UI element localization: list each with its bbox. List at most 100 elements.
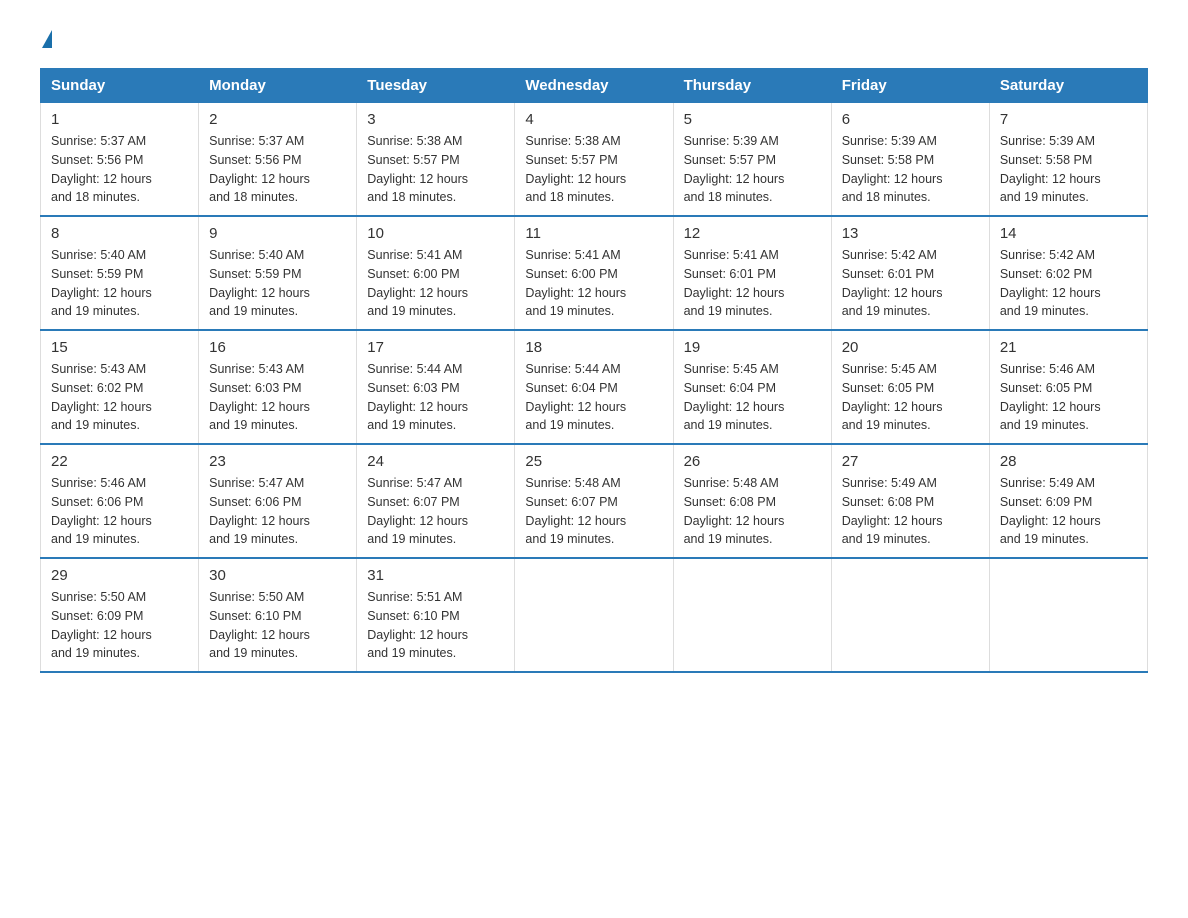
day-info: Sunrise: 5:43 AMSunset: 6:03 PMDaylight:…: [209, 360, 346, 435]
day-info: Sunrise: 5:37 AMSunset: 5:56 PMDaylight:…: [51, 132, 188, 207]
day-number: 31: [367, 567, 504, 584]
day-info: Sunrise: 5:48 AMSunset: 6:07 PMDaylight:…: [525, 474, 662, 549]
calendar-cell: 28 Sunrise: 5:49 AMSunset: 6:09 PMDaylig…: [989, 444, 1147, 558]
calendar-cell: 3 Sunrise: 5:38 AMSunset: 5:57 PMDayligh…: [357, 103, 515, 217]
day-info: Sunrise: 5:38 AMSunset: 5:57 PMDaylight:…: [367, 132, 504, 207]
day-info: Sunrise: 5:40 AMSunset: 5:59 PMDaylight:…: [209, 246, 346, 321]
day-info: Sunrise: 5:39 AMSunset: 5:57 PMDaylight:…: [684, 132, 821, 207]
day-info: Sunrise: 5:42 AMSunset: 6:02 PMDaylight:…: [1000, 246, 1137, 321]
day-info: Sunrise: 5:47 AMSunset: 6:06 PMDaylight:…: [209, 474, 346, 549]
day-info: Sunrise: 5:44 AMSunset: 6:03 PMDaylight:…: [367, 360, 504, 435]
day-info: Sunrise: 5:51 AMSunset: 6:10 PMDaylight:…: [367, 588, 504, 663]
day-info: Sunrise: 5:46 AMSunset: 6:06 PMDaylight:…: [51, 474, 188, 549]
calendar-table: SundayMondayTuesdayWednesdayThursdayFrid…: [40, 68, 1148, 673]
calendar-cell: 31 Sunrise: 5:51 AMSunset: 6:10 PMDaylig…: [357, 558, 515, 672]
logo-triangle-icon: [42, 30, 52, 48]
week-row-1: 1 Sunrise: 5:37 AMSunset: 5:56 PMDayligh…: [41, 103, 1148, 217]
day-info: Sunrise: 5:40 AMSunset: 5:59 PMDaylight:…: [51, 246, 188, 321]
week-row-5: 29 Sunrise: 5:50 AMSunset: 6:09 PMDaylig…: [41, 558, 1148, 672]
day-info: Sunrise: 5:38 AMSunset: 5:57 PMDaylight:…: [525, 132, 662, 207]
day-info: Sunrise: 5:46 AMSunset: 6:05 PMDaylight:…: [1000, 360, 1137, 435]
day-number: 21: [1000, 339, 1137, 356]
calendar-cell: [673, 558, 831, 672]
calendar-cell: 27 Sunrise: 5:49 AMSunset: 6:08 PMDaylig…: [831, 444, 989, 558]
calendar-cell: 14 Sunrise: 5:42 AMSunset: 6:02 PMDaylig…: [989, 216, 1147, 330]
day-number: 13: [842, 225, 979, 242]
calendar-cell: 15 Sunrise: 5:43 AMSunset: 6:02 PMDaylig…: [41, 330, 199, 444]
week-row-3: 15 Sunrise: 5:43 AMSunset: 6:02 PMDaylig…: [41, 330, 1148, 444]
calendar-header-row: SundayMondayTuesdayWednesdayThursdayFrid…: [41, 69, 1148, 103]
day-info: Sunrise: 5:43 AMSunset: 6:02 PMDaylight:…: [51, 360, 188, 435]
day-info: Sunrise: 5:39 AMSunset: 5:58 PMDaylight:…: [842, 132, 979, 207]
day-number: 6: [842, 111, 979, 128]
calendar-cell: 1 Sunrise: 5:37 AMSunset: 5:56 PMDayligh…: [41, 103, 199, 217]
day-info: Sunrise: 5:45 AMSunset: 6:05 PMDaylight:…: [842, 360, 979, 435]
calendar-cell: 20 Sunrise: 5:45 AMSunset: 6:05 PMDaylig…: [831, 330, 989, 444]
calendar-cell: 4 Sunrise: 5:38 AMSunset: 5:57 PMDayligh…: [515, 103, 673, 217]
calendar-cell: 21 Sunrise: 5:46 AMSunset: 6:05 PMDaylig…: [989, 330, 1147, 444]
calendar-cell: 2 Sunrise: 5:37 AMSunset: 5:56 PMDayligh…: [199, 103, 357, 217]
calendar-cell: 6 Sunrise: 5:39 AMSunset: 5:58 PMDayligh…: [831, 103, 989, 217]
calendar-cell: 29 Sunrise: 5:50 AMSunset: 6:09 PMDaylig…: [41, 558, 199, 672]
day-info: Sunrise: 5:50 AMSunset: 6:10 PMDaylight:…: [209, 588, 346, 663]
header-thursday: Thursday: [673, 69, 831, 103]
day-number: 22: [51, 453, 188, 470]
day-number: 27: [842, 453, 979, 470]
week-row-4: 22 Sunrise: 5:46 AMSunset: 6:06 PMDaylig…: [41, 444, 1148, 558]
day-number: 4: [525, 111, 662, 128]
day-info: Sunrise: 5:49 AMSunset: 6:09 PMDaylight:…: [1000, 474, 1137, 549]
day-number: 12: [684, 225, 821, 242]
header-saturday: Saturday: [989, 69, 1147, 103]
day-info: Sunrise: 5:50 AMSunset: 6:09 PMDaylight:…: [51, 588, 188, 663]
week-row-2: 8 Sunrise: 5:40 AMSunset: 5:59 PMDayligh…: [41, 216, 1148, 330]
day-number: 15: [51, 339, 188, 356]
day-number: 5: [684, 111, 821, 128]
calendar-cell: [515, 558, 673, 672]
calendar-cell: 13 Sunrise: 5:42 AMSunset: 6:01 PMDaylig…: [831, 216, 989, 330]
day-number: 16: [209, 339, 346, 356]
day-number: 9: [209, 225, 346, 242]
day-number: 2: [209, 111, 346, 128]
calendar-cell: 10 Sunrise: 5:41 AMSunset: 6:00 PMDaylig…: [357, 216, 515, 330]
day-number: 11: [525, 225, 662, 242]
page-header: [40, 30, 1148, 48]
calendar-cell: 26 Sunrise: 5:48 AMSunset: 6:08 PMDaylig…: [673, 444, 831, 558]
header-sunday: Sunday: [41, 69, 199, 103]
header-tuesday: Tuesday: [357, 69, 515, 103]
day-number: 23: [209, 453, 346, 470]
calendar-cell: 24 Sunrise: 5:47 AMSunset: 6:07 PMDaylig…: [357, 444, 515, 558]
day-number: 28: [1000, 453, 1137, 470]
day-info: Sunrise: 5:39 AMSunset: 5:58 PMDaylight:…: [1000, 132, 1137, 207]
day-number: 7: [1000, 111, 1137, 128]
day-info: Sunrise: 5:41 AMSunset: 6:00 PMDaylight:…: [367, 246, 504, 321]
day-info: Sunrise: 5:48 AMSunset: 6:08 PMDaylight:…: [684, 474, 821, 549]
calendar-cell: 11 Sunrise: 5:41 AMSunset: 6:00 PMDaylig…: [515, 216, 673, 330]
day-number: 3: [367, 111, 504, 128]
day-number: 17: [367, 339, 504, 356]
day-number: 10: [367, 225, 504, 242]
day-info: Sunrise: 5:41 AMSunset: 6:01 PMDaylight:…: [684, 246, 821, 321]
day-info: Sunrise: 5:45 AMSunset: 6:04 PMDaylight:…: [684, 360, 821, 435]
header-friday: Friday: [831, 69, 989, 103]
day-number: 1: [51, 111, 188, 128]
day-number: 8: [51, 225, 188, 242]
calendar-cell: 23 Sunrise: 5:47 AMSunset: 6:06 PMDaylig…: [199, 444, 357, 558]
day-info: Sunrise: 5:41 AMSunset: 6:00 PMDaylight:…: [525, 246, 662, 321]
day-number: 20: [842, 339, 979, 356]
calendar-cell: 18 Sunrise: 5:44 AMSunset: 6:04 PMDaylig…: [515, 330, 673, 444]
calendar-cell: [989, 558, 1147, 672]
calendar-cell: 8 Sunrise: 5:40 AMSunset: 5:59 PMDayligh…: [41, 216, 199, 330]
calendar-cell: 7 Sunrise: 5:39 AMSunset: 5:58 PMDayligh…: [989, 103, 1147, 217]
day-info: Sunrise: 5:37 AMSunset: 5:56 PMDaylight:…: [209, 132, 346, 207]
header-monday: Monday: [199, 69, 357, 103]
calendar-cell: 5 Sunrise: 5:39 AMSunset: 5:57 PMDayligh…: [673, 103, 831, 217]
day-number: 19: [684, 339, 821, 356]
calendar-cell: 19 Sunrise: 5:45 AMSunset: 6:04 PMDaylig…: [673, 330, 831, 444]
day-info: Sunrise: 5:44 AMSunset: 6:04 PMDaylight:…: [525, 360, 662, 435]
day-info: Sunrise: 5:42 AMSunset: 6:01 PMDaylight:…: [842, 246, 979, 321]
day-number: 24: [367, 453, 504, 470]
calendar-cell: 16 Sunrise: 5:43 AMSunset: 6:03 PMDaylig…: [199, 330, 357, 444]
calendar-cell: 22 Sunrise: 5:46 AMSunset: 6:06 PMDaylig…: [41, 444, 199, 558]
day-number: 26: [684, 453, 821, 470]
calendar-cell: 30 Sunrise: 5:50 AMSunset: 6:10 PMDaylig…: [199, 558, 357, 672]
